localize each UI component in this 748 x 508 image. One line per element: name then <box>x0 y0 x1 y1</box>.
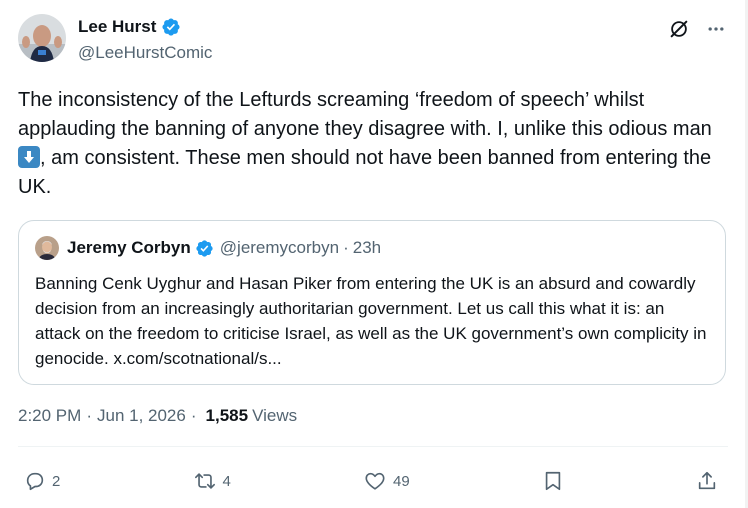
share-button[interactable] <box>696 469 718 493</box>
header-actions <box>668 18 726 40</box>
meta-separator: · <box>190 406 197 425</box>
meta-separator: · <box>86 406 92 425</box>
quoted-tweet-card[interactable]: Jeremy Corbyn @jeremycorbyn · 23h Bannin… <box>18 220 726 385</box>
tweet-date[interactable]: Jun 1, 2026 <box>97 406 186 426</box>
like-count: 49 <box>393 472 410 490</box>
author-handle[interactable]: @LeeHurstComic <box>78 42 212 64</box>
views-label: Views <box>252 406 298 425</box>
quote-author-name: Jeremy Corbyn <box>67 238 191 257</box>
quote-timestamp[interactable]: 23h <box>353 238 381 258</box>
tweet-time[interactable]: 2:20 PM <box>18 406 81 426</box>
tweet-text-part1: The inconsistency of the Lefturds scream… <box>18 89 712 140</box>
author-display-name[interactable]: Lee Hurst <box>78 16 156 38</box>
tweet-actions: 2 4 49 <box>24 466 718 496</box>
verified-badge-icon <box>195 239 214 258</box>
like-button[interactable]: 49 <box>363 470 410 492</box>
quote-author-avatar <box>35 236 59 260</box>
tweet-text-part2: , am consistent. These men should not ha… <box>18 147 712 198</box>
tweet-header: Lee Hurst @LeeHurstComic <box>18 14 726 66</box>
quote-text: Banning Cenk Uyghur and Hasan Piker from… <box>35 274 707 368</box>
quote-separator: · <box>343 238 349 257</box>
views-count: 1,585 <box>205 406 249 425</box>
repost-icon <box>193 470 217 492</box>
grok-icon[interactable] <box>668 18 690 40</box>
reply-count: 2 <box>52 472 61 490</box>
verified-badge-icon[interactable] <box>161 17 181 37</box>
quote-header: Jeremy Corbyn @jeremycorbyn · 23h <box>35 235 709 261</box>
bookmark-button[interactable] <box>542 469 564 493</box>
author-info: Lee Hurst @LeeHurstComic <box>78 16 212 64</box>
down-arrow-emoji-icon <box>18 146 40 168</box>
divider <box>18 446 728 447</box>
quote-author-handle: @jeremycorbyn <box>219 238 340 257</box>
repost-button[interactable]: 4 <box>193 470 231 492</box>
more-options-icon[interactable] <box>706 19 726 39</box>
reply-button[interactable]: 2 <box>24 470 60 492</box>
author-avatar[interactable] <box>18 14 66 62</box>
bookmark-icon <box>542 469 564 493</box>
repost-count: 4 <box>222 472 231 490</box>
share-icon <box>696 469 718 493</box>
author-name-row: Lee Hurst <box>78 16 212 38</box>
tweet-meta: 2:20 PM · Jun 1, 2026 · 1,585 Views <box>18 406 297 426</box>
reply-icon <box>24 470 46 492</box>
tweet-text: The inconsistency of the Lefturds scream… <box>18 86 728 202</box>
heart-icon <box>363 470 387 492</box>
